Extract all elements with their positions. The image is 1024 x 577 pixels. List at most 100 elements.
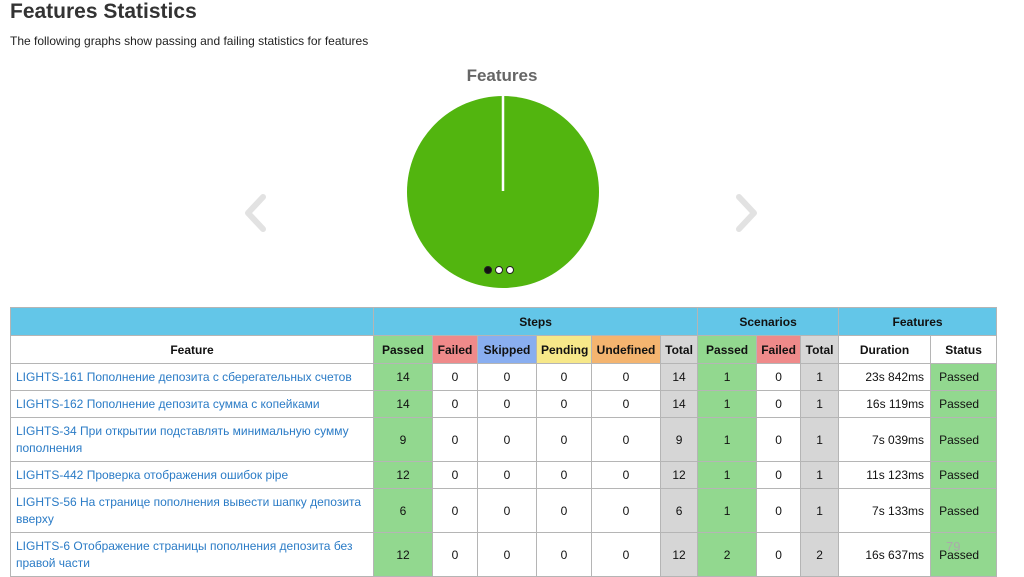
col-header-steps-undefined[interactable]: Undefined (591, 335, 661, 364)
feature-link[interactable]: LIGHTS-56 На странице пополнения вывести… (10, 488, 374, 533)
steps-skipped-cell: 0 (477, 461, 537, 489)
steps-total-cell: 9 (659, 417, 699, 462)
steps-total-cell: 12 (659, 532, 699, 577)
col-header-duration[interactable]: Duration (838, 335, 932, 364)
feature-link[interactable]: LIGHTS-161 Пополнение депозита с сберега… (10, 363, 374, 391)
scenarios-failed-cell: 0 (756, 363, 802, 391)
chevron-left-icon[interactable] (243, 193, 267, 233)
scenarios-total-cell: 1 (800, 363, 840, 391)
page-description: The following graphs show passing and fa… (10, 34, 369, 48)
steps-undefined-cell: 0 (591, 461, 661, 489)
steps-pending-cell: 0 (536, 417, 592, 462)
scenarios-passed-cell: 1 (697, 461, 758, 489)
scenarios-failed-cell: 0 (756, 390, 802, 418)
features-pie-chart (407, 96, 599, 288)
steps-undefined-cell: 0 (591, 488, 661, 533)
table-row: LIGHTS-6 Отображение страницы пополнения… (10, 532, 998, 577)
steps-pending-cell: 0 (536, 461, 592, 489)
steps-failed-cell: 0 (432, 363, 478, 391)
status-cell: Passed (930, 532, 998, 577)
scenarios-passed-cell: 1 (697, 488, 758, 533)
slide-number: 79 (946, 539, 961, 554)
steps-total-cell: 14 (659, 390, 699, 418)
steps-failed-cell: 0 (432, 532, 478, 577)
steps-total-cell: 6 (659, 488, 699, 533)
features-stats-table: Steps Scenarios Features Feature Passed … (10, 307, 998, 577)
col-header-steps-skipped[interactable]: Skipped (477, 335, 537, 364)
status-cell: Passed (930, 363, 998, 391)
scenarios-passed-cell: 2 (697, 532, 758, 577)
status-cell: Passed (930, 390, 998, 418)
steps-undefined-cell: 0 (591, 390, 661, 418)
steps-failed-cell: 0 (432, 417, 478, 462)
scenarios-passed-cell: 1 (697, 363, 758, 391)
scenarios-total-cell: 1 (800, 461, 840, 489)
steps-failed-cell: 0 (432, 390, 478, 418)
table-row: LIGHTS-161 Пополнение депозита с сберега… (10, 363, 998, 391)
chart-title: Features (466, 66, 538, 85)
duration-cell: 16s 637ms (838, 532, 932, 577)
status-cell: Passed (930, 461, 998, 489)
steps-passed-cell: 12 (373, 532, 433, 577)
col-header-steps-passed[interactable]: Passed (373, 335, 433, 364)
chevron-right-icon[interactable] (735, 193, 759, 233)
steps-undefined-cell: 0 (591, 363, 661, 391)
steps-undefined-cell: 0 (591, 532, 661, 577)
feature-link[interactable]: LIGHTS-34 При открытии подставлять миним… (10, 417, 374, 462)
steps-skipped-cell: 0 (477, 488, 537, 533)
scenarios-passed-cell: 1 (697, 390, 758, 418)
scenarios-total-cell: 2 (800, 532, 840, 577)
steps-skipped-cell: 0 (477, 417, 537, 462)
steps-passed-cell: 9 (373, 417, 433, 462)
duration-cell: 16s 119ms (838, 390, 932, 418)
table-row: LIGHTS-56 На странице пополнения вывести… (10, 488, 998, 533)
steps-skipped-cell: 0 (477, 363, 537, 391)
scenarios-failed-cell: 0 (756, 417, 802, 462)
steps-passed-cell: 14 (373, 363, 433, 391)
steps-total-cell: 14 (659, 363, 699, 391)
steps-pending-cell: 0 (536, 363, 592, 391)
scenarios-failed-cell: 0 (756, 461, 802, 489)
steps-failed-cell: 0 (432, 488, 478, 533)
feature-link[interactable]: LIGHTS-6 Отображение страницы пополнения… (10, 532, 374, 577)
duration-cell: 7s 133ms (838, 488, 932, 533)
col-header-steps-total[interactable]: Total (659, 335, 699, 364)
steps-skipped-cell: 0 (477, 390, 537, 418)
duration-cell: 23s 842ms (838, 363, 932, 391)
steps-pending-cell: 0 (536, 532, 592, 577)
steps-passed-cell: 12 (373, 461, 433, 489)
steps-pending-cell: 0 (536, 390, 592, 418)
scenarios-passed-cell: 1 (697, 417, 758, 462)
table-row: LIGHTS-34 При открытии подставлять миним… (10, 417, 998, 462)
group-header-blank (10, 307, 374, 336)
carousel-dot-1[interactable] (484, 266, 492, 274)
group-header-steps: Steps (372, 307, 699, 336)
scenarios-total-cell: 1 (800, 417, 840, 462)
col-header-status[interactable]: Status (930, 335, 998, 364)
feature-link[interactable]: LIGHTS-162 Пополнение депозита сумма с к… (10, 390, 374, 418)
steps-passed-cell: 6 (373, 488, 433, 533)
steps-pending-cell: 0 (536, 488, 592, 533)
status-cell: Passed (930, 417, 998, 462)
col-header-scenarios-passed[interactable]: Passed (697, 335, 758, 364)
scenarios-failed-cell: 0 (756, 488, 802, 533)
col-header-feature[interactable]: Feature (10, 335, 374, 364)
col-header-scenarios-total[interactable]: Total (800, 335, 840, 364)
steps-undefined-cell: 0 (591, 417, 661, 462)
table-row: LIGHTS-162 Пополнение депозита сумма с к… (10, 390, 998, 418)
page-title: Features Statistics (10, 0, 197, 23)
steps-skipped-cell: 0 (477, 532, 537, 577)
feature-link[interactable]: LIGHTS-442 Проверка отображения ошибок p… (10, 461, 374, 489)
col-header-steps-pending[interactable]: Pending (536, 335, 592, 364)
steps-failed-cell: 0 (432, 461, 478, 489)
carousel-indicators (484, 266, 514, 274)
steps-passed-cell: 14 (373, 390, 433, 418)
carousel-dot-3[interactable] (506, 266, 514, 274)
group-header-scenarios: Scenarios (697, 307, 840, 336)
col-header-scenarios-failed[interactable]: Failed (756, 335, 802, 364)
duration-cell: 11s 123ms (838, 461, 932, 489)
carousel-dot-2[interactable] (495, 266, 503, 274)
duration-cell: 7s 039ms (838, 417, 932, 462)
group-header-features: Features (838, 307, 998, 336)
col-header-steps-failed[interactable]: Failed (432, 335, 478, 364)
